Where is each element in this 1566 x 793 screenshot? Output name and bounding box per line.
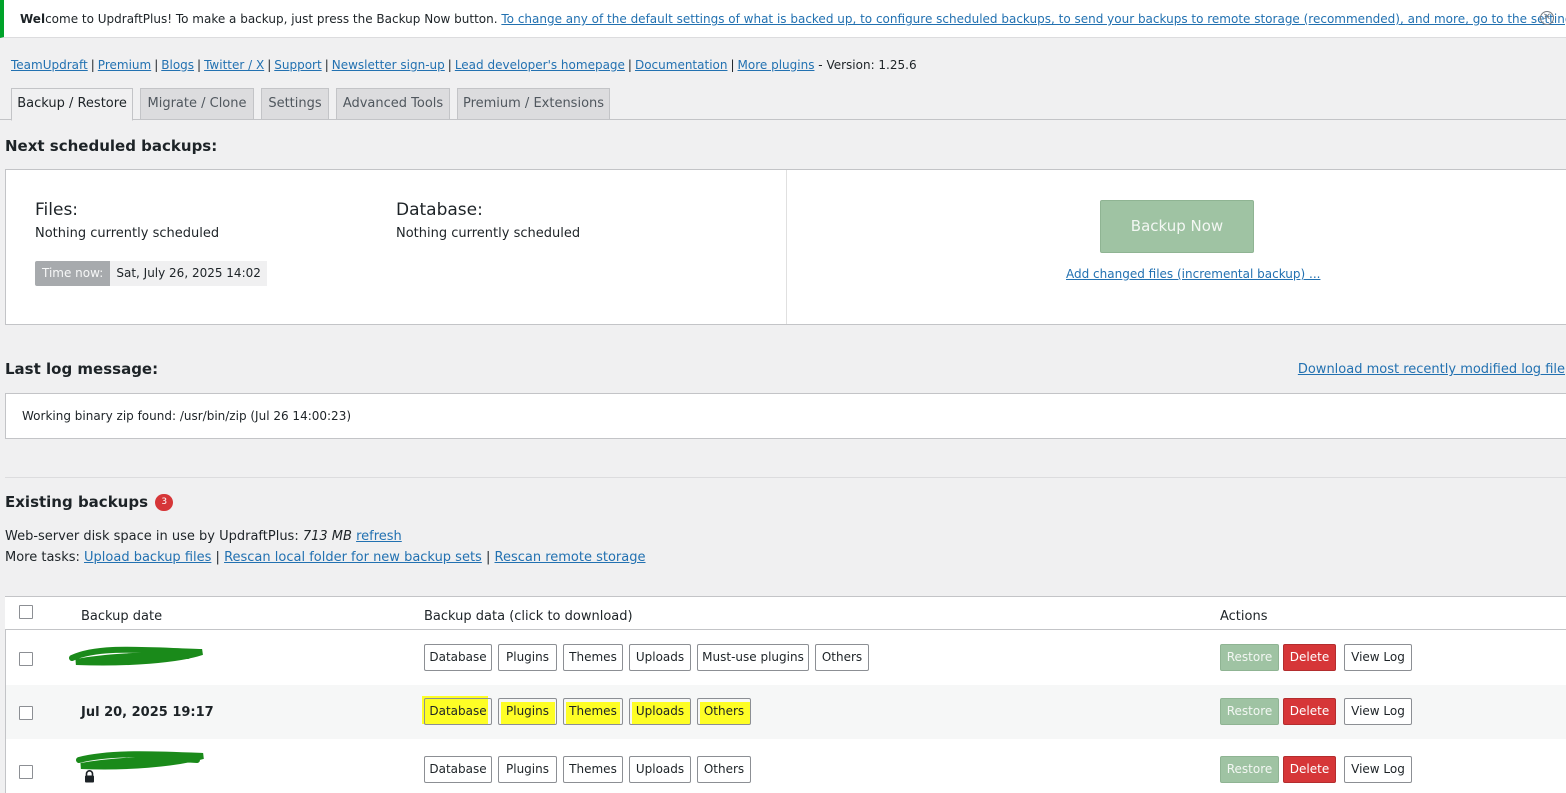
disk-space-value: 713 MB	[302, 529, 352, 544]
more-tasks-label: More tasks:	[5, 550, 85, 565]
scheduled-divider	[786, 170, 787, 324]
download-plugins-button[interactable]: Plugins	[498, 698, 557, 725]
download-uploads-button[interactable]: Uploads	[629, 756, 691, 783]
header-backup-date: Backup date	[81, 609, 163, 624]
view-log-button[interactable]: View Log	[1344, 698, 1412, 725]
link-separator: |	[197, 58, 202, 72]
log-message: Working binary zip found: /usr/bin/zip (…	[22, 409, 352, 423]
dismiss-icon[interactable]: ✕	[1540, 11, 1554, 25]
tab-bar: Backup / Restore Migrate / Clone Setting…	[0, 88, 1566, 121]
table-header	[5, 597, 1566, 630]
link-separator: |	[267, 58, 272, 72]
disk-space-line: Web-server disk space in use by UpdraftP…	[5, 529, 402, 544]
link-separator: |	[90, 58, 95, 72]
refresh-link[interactable]: refresh	[356, 529, 402, 544]
link-separator: |	[627, 58, 632, 72]
time-now-label: Time now:	[35, 261, 111, 286]
rescan-local-folder-link[interactable]: Rescan local folder for new backup sets	[224, 550, 482, 565]
log-heading: Last log message:	[5, 360, 159, 378]
restore-button[interactable]: Restore	[1220, 698, 1279, 725]
link-premium[interactable]: Premium	[98, 58, 151, 72]
select-all-checkbox[interactable]	[19, 605, 33, 619]
download-mu-plugins-button[interactable]: Must-use plugins	[697, 644, 809, 671]
notice-message: come to UpdraftPlus! To make a backup, j…	[45, 12, 502, 26]
upload-backup-files-link[interactable]: Upload backup files	[84, 550, 211, 565]
link-separator: |	[730, 58, 735, 72]
download-log-link[interactable]: Download most recently modified log file	[1298, 362, 1565, 377]
files-status: Nothing currently scheduled	[35, 226, 220, 241]
download-themes-button[interactable]: Themes	[563, 756, 623, 783]
redaction-scribble	[69, 646, 203, 666]
settings-tab-link[interactable]: To change any of the default settings of…	[501, 12, 1566, 26]
link-support[interactable]: Support	[274, 58, 321, 72]
incremental-backup-link[interactable]: Add changed files (incremental backup) .…	[1066, 267, 1320, 281]
download-uploads-button[interactable]: Uploads	[629, 698, 691, 725]
download-database-button[interactable]: Database	[424, 698, 492, 725]
restore-button[interactable]: Restore	[1220, 644, 1279, 671]
link-separator: |	[324, 58, 329, 72]
delete-button[interactable]: Delete	[1283, 698, 1336, 725]
tab-advanced-tools[interactable]: Advanced Tools	[336, 88, 450, 120]
section-divider	[5, 477, 1566, 478]
version-text: - Version: 1.25.6	[818, 58, 917, 72]
more-tasks-line: More tasks: Upload backup files | Rescan…	[5, 550, 646, 565]
time-now: Time now: Sat, July 26, 2025 14:02	[35, 261, 267, 286]
restore-button[interactable]: Restore	[1220, 756, 1279, 783]
delete-button[interactable]: Delete	[1283, 756, 1336, 783]
download-plugins-button[interactable]: Plugins	[498, 756, 557, 783]
download-database-button[interactable]: Database	[424, 644, 492, 671]
notice-text: Welcome to UpdraftPlus! To make a backup…	[20, 12, 1566, 26]
link-separator: |	[215, 550, 220, 565]
header-backup-data: Backup data (click to download)	[424, 609, 633, 624]
download-others-button[interactable]: Others	[697, 756, 751, 783]
rescan-remote-storage-link[interactable]: Rescan remote storage	[495, 550, 646, 565]
link-separator: |	[154, 58, 159, 72]
redaction-scribble	[76, 751, 204, 770]
download-others-button[interactable]: Others	[815, 644, 869, 671]
row-checkbox[interactable]	[19, 765, 33, 779]
lock-icon	[85, 770, 94, 783]
download-uploads-button[interactable]: Uploads	[629, 644, 691, 671]
link-separator: |	[485, 550, 491, 565]
time-now-value: Sat, July 26, 2025 14:02	[110, 261, 267, 286]
tab-backup-restore[interactable]: Backup / Restore	[11, 88, 133, 121]
tab-premium-extensions[interactable]: Premium / Extensions	[457, 88, 610, 120]
row-checkbox[interactable]	[19, 706, 33, 720]
existing-backups-title: Existing backups	[5, 493, 149, 511]
backup-date: Jul 20, 2025 19:17	[81, 705, 214, 720]
link-newsletter[interactable]: Newsletter sign-up	[332, 58, 445, 72]
link-more-plugins[interactable]: More plugins	[738, 58, 815, 72]
download-themes-button[interactable]: Themes	[563, 644, 623, 671]
tab-migrate-clone[interactable]: Migrate / Clone	[140, 88, 254, 120]
delete-button[interactable]: Delete	[1283, 644, 1336, 671]
link-blogs[interactable]: Blogs	[161, 58, 194, 72]
view-log-button[interactable]: View Log	[1344, 644, 1412, 671]
files-title: Files:	[35, 200, 79, 220]
welcome-notice: Welcome to UpdraftPlus! To make a backup…	[0, 0, 1566, 38]
link-twitter[interactable]: Twitter / X	[204, 58, 264, 72]
download-plugins-button[interactable]: Plugins	[498, 644, 557, 671]
header-actions: Actions	[1220, 609, 1268, 624]
tab-settings[interactable]: Settings	[261, 88, 329, 120]
notice-bold-prefix: Wel	[20, 12, 46, 26]
backup-count-badge: 3	[155, 494, 174, 511]
database-title: Database:	[396, 200, 483, 220]
view-log-button[interactable]: View Log	[1344, 756, 1412, 783]
disk-space-label: Web-server disk space in use by UpdraftP…	[5, 529, 303, 544]
existing-backups-heading: Existing backups 3	[5, 493, 174, 511]
database-status: Nothing currently scheduled	[396, 226, 581, 241]
link-documentation[interactable]: Documentation	[635, 58, 728, 72]
link-separator: |	[447, 58, 452, 72]
link-teamupdraft[interactable]: TeamUpdraft	[11, 58, 88, 72]
scheduled-heading: Next scheduled backups:	[5, 137, 218, 155]
header-links: TeamUpdraft | Premium | Blogs | Twitter / X | Su…	[11, 58, 917, 72]
backup-now-button[interactable]: Backup Now	[1100, 200, 1254, 253]
download-themes-button[interactable]: Themes	[563, 698, 623, 725]
download-others-button[interactable]: Others	[697, 698, 751, 725]
row-checkbox[interactable]	[19, 652, 33, 666]
download-database-button[interactable]: Database	[424, 756, 492, 783]
link-lead-developer[interactable]: Lead developer's homepage	[455, 58, 625, 72]
